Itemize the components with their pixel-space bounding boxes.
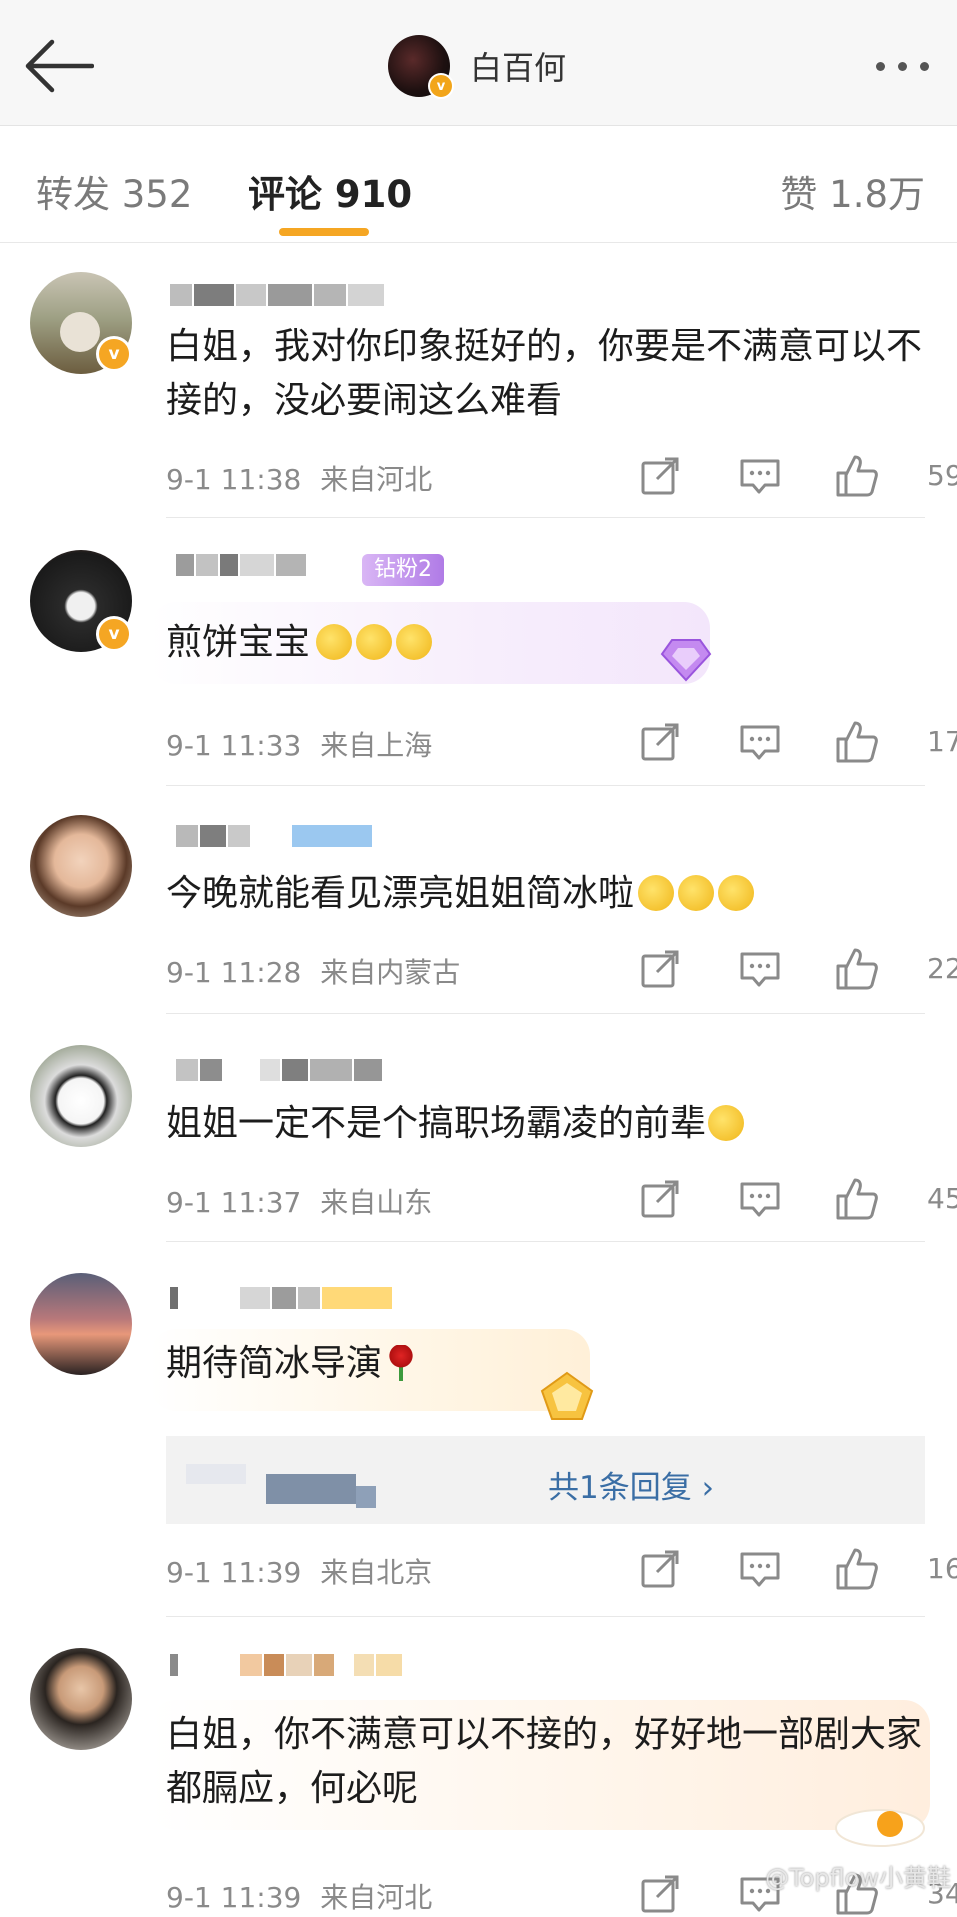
verified-badge-icon: v — [96, 336, 132, 372]
reply-preview[interactable]: 共1条回复 › — [166, 1436, 925, 1524]
comment-text-content: 期待简冰导演 — [166, 1343, 383, 1384]
divider — [166, 1013, 925, 1014]
grin-emoji-icon — [708, 1105, 745, 1141]
comment-actions: 16 — [637, 1546, 957, 1592]
comment-location: 来自河北 — [320, 463, 433, 496]
divider — [166, 785, 925, 786]
comment-actions: 17 — [637, 719, 957, 765]
repost-icon[interactable] — [637, 1546, 683, 1592]
avatar[interactable] — [30, 815, 132, 917]
comment-location: 来自上海 — [320, 729, 433, 762]
page-title: 白百何 — [470, 49, 567, 87]
username-redacted[interactable] — [170, 1287, 394, 1313]
post-author-header[interactable]: v 白百何 — [388, 34, 567, 99]
comment-icon[interactable] — [737, 719, 783, 765]
username-redacted[interactable] — [176, 1059, 384, 1085]
like-icon[interactable] — [833, 1176, 879, 1222]
comment-text-content: 今晚就能看见漂亮姐姐简冰啦 — [166, 873, 635, 914]
comment-location: 来自内蒙古 — [320, 956, 461, 989]
divider — [166, 517, 925, 518]
comment-text: 今晚就能看见漂亮姐姐简冰啦 — [166, 867, 926, 921]
like-icon[interactable] — [833, 719, 879, 765]
comment-location: 来自北京 — [320, 1556, 433, 1589]
comment-actions: 45 — [637, 1176, 957, 1222]
comment-meta: 9-1 11:33 来自上海 — [166, 724, 432, 764]
comment-icon[interactable] — [737, 453, 783, 499]
comment-text: 期待简冰导演 — [166, 1337, 926, 1391]
comment-text-content: 煎饼宝宝 — [166, 622, 311, 663]
reply-author-redacted — [266, 1474, 356, 1504]
repost-icon[interactable] — [637, 719, 683, 765]
repost-icon[interactable] — [637, 946, 683, 992]
like-count: 45 — [927, 1182, 957, 1215]
comment-time: 9-1 11:38 — [166, 463, 302, 496]
comment-time: 9-1 11:28 — [166, 956, 302, 989]
comment-text: 白姐，你不满意可以不接的，好好地一部剧大家都膈应，何必呢 — [166, 1714, 923, 1809]
tab-active-indicator — [279, 228, 369, 236]
comment-meta: 9-1 11:38 来自河北 — [166, 458, 432, 498]
like-count: 17 — [927, 725, 957, 758]
like-count: 22 — [927, 952, 957, 985]
comment-meta: 9-1 11:28 来自内蒙古 — [166, 951, 460, 991]
tab-bar: 转发 352 评论 910 赞 1.8万 — [0, 126, 957, 243]
comment-icon[interactable] — [737, 1546, 783, 1592]
crying-laughing-emoji-icon — [718, 875, 755, 911]
comment-time: 9-1 11:33 — [166, 729, 302, 762]
comment-icon[interactable] — [737, 946, 783, 992]
top-bar: v 白百何 — [0, 0, 957, 126]
comment-actions: 59 — [637, 453, 957, 499]
repost-icon[interactable] — [637, 453, 683, 499]
fan-badge: 钻粉2 — [362, 554, 444, 586]
verified-badge-icon: v — [428, 73, 454, 99]
repost-icon[interactable] — [637, 1871, 683, 1917]
username-redacted[interactable] — [176, 554, 308, 580]
smirk-emoji-icon — [396, 624, 433, 660]
tab-likes[interactable]: 赞 1.8万 — [780, 164, 925, 218]
comment-location: 来自河北 — [320, 1881, 433, 1914]
comment-meta: 9-1 11:39 来自北京 — [166, 1551, 432, 1591]
like-count: 59 — [927, 459, 957, 492]
like-count: 16 — [927, 1552, 957, 1585]
tab-reposts[interactable]: 转发 352 — [36, 164, 192, 218]
crying-laughing-emoji-icon — [678, 875, 715, 911]
comment-location: 来自山东 — [320, 1186, 433, 1219]
author-avatar[interactable]: v — [388, 35, 454, 99]
username-redacted[interactable] — [176, 825, 374, 851]
comment-text-content: 姐姐一定不是个搞职场霸凌的前辈 — [166, 1103, 707, 1144]
more-options-icon[interactable] — [876, 62, 929, 71]
divider — [166, 1241, 925, 1242]
comment-time: 9-1 11:39 — [166, 1556, 302, 1589]
watermark: @Topflow小黄鞋 — [765, 1864, 951, 1892]
username-redacted[interactable] — [170, 1654, 404, 1680]
username-redacted[interactable] — [170, 284, 386, 310]
avatar[interactable] — [30, 1648, 132, 1750]
comment-text: 煎饼宝宝 — [166, 616, 926, 670]
reply-author-redacted — [186, 1464, 246, 1484]
comment-time: 9-1 11:37 — [166, 1186, 302, 1219]
like-icon[interactable] — [833, 453, 879, 499]
comment-meta: 9-1 11:39 来自河北 — [166, 1876, 432, 1916]
tab-comments[interactable]: 评论 910 — [248, 164, 412, 218]
divider — [166, 1616, 925, 1617]
comment-time: 9-1 11:39 — [166, 1881, 302, 1914]
comment-actions: 22 — [637, 946, 957, 992]
rose-emoji-icon — [388, 1345, 415, 1381]
smirk-emoji-icon — [356, 624, 393, 660]
smirk-emoji-icon — [316, 624, 353, 660]
avatar[interactable] — [30, 1273, 132, 1375]
avatar[interactable] — [30, 1045, 132, 1147]
crying-laughing-emoji-icon — [638, 875, 675, 911]
verified-badge-icon: v — [96, 616, 132, 652]
like-icon[interactable] — [833, 1546, 879, 1592]
view-replies-link[interactable]: 共1条回复 › — [548, 1462, 714, 1507]
repost-icon[interactable] — [637, 1176, 683, 1222]
reply-author-redacted — [356, 1486, 376, 1508]
comment-text: 姐姐一定不是个搞职场霸凌的前辈 — [166, 1097, 926, 1151]
comment-text: 白姐，我对你印象挺好的，你要是不满意可以不接的，没必要闹这么难看 — [166, 326, 923, 421]
like-icon[interactable] — [833, 946, 879, 992]
comment-meta: 9-1 11:37 来自山东 — [166, 1181, 432, 1221]
back-arrow-icon[interactable] — [22, 36, 94, 96]
comment-icon[interactable] — [737, 1176, 783, 1222]
